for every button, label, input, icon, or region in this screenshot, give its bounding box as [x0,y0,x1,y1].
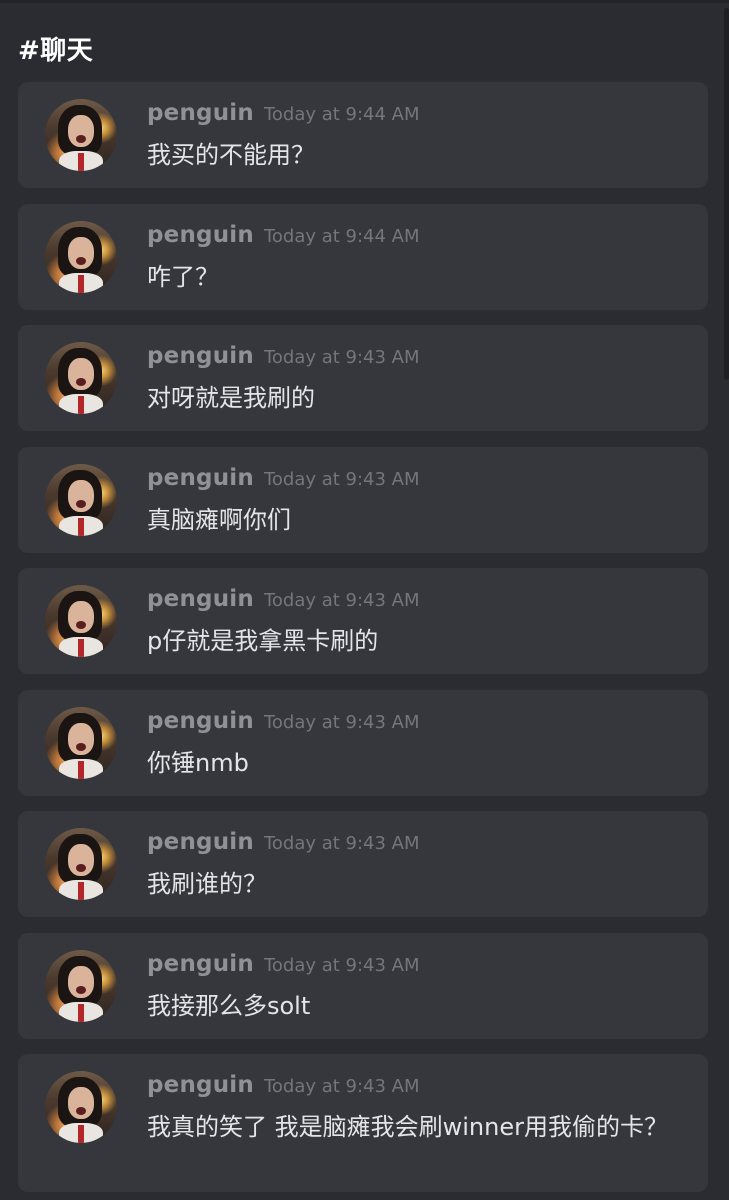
message-card[interactable]: penguin Today at 9:43 AM 你锤nmb [18,689,708,796]
timestamp: Today at 9:44 AM [263,225,420,247]
username[interactable]: penguin [147,586,254,612]
channel-title: #聊天 [18,36,94,66]
message-header: penguin Today at 9:43 AM [147,343,420,369]
username[interactable]: penguin [147,708,254,734]
avatar[interactable] [45,463,117,536]
message-text: 我真的笑了 我是脑瘫我会刷winner用我偷的卡？ [147,1113,668,1141]
timestamp: Today at 9:43 AM [263,833,420,854]
message-text: 我接那么多solt [147,991,311,1020]
message-header: penguin Today at 9:43 AM [147,708,420,734]
message-header: penguin Today at 9:43 AM [147,951,420,977]
message-text: 我刷谁的？ [147,870,267,898]
message-header: penguin Today at 9:43 AM [147,829,420,855]
username[interactable]: penguin [147,829,254,855]
window-top-edge [0,0,729,3]
message-text: 你锤nmb [147,748,249,777]
message-header: penguin Today at 9:43 AM [147,465,420,491]
message-header: penguin Today at 9:43 AM [147,1072,420,1098]
message-card[interactable]: penguin Today at 9:43 AM 我接那么多solt [18,932,708,1039]
message-card[interactable]: penguin Today at 9:44 AM 我买的不能用？ [18,82,708,188]
avatar[interactable] [45,828,117,900]
scrollbar[interactable] [724,8,729,380]
message-text: 咋了？ [147,262,219,291]
username[interactable]: penguin [147,222,254,248]
message-text: 我买的不能用？ [147,141,315,169]
message-text: 真脑瘫啊你们 [147,505,291,534]
username[interactable]: penguin [147,465,254,491]
timestamp: Today at 9:43 AM [263,954,420,976]
message-header: penguin Today at 9:44 AM [147,222,420,248]
timestamp: Today at 9:43 AM [263,1076,420,1097]
message-text: 对呀就是我刷的 [147,384,315,412]
message-card[interactable]: penguin Today at 9:43 AM p仔就是我拿黑卡刷的 [18,568,708,674]
timestamp: Today at 9:44 AM [263,104,420,125]
timestamp: Today at 9:43 AM [263,590,420,611]
username[interactable]: penguin [147,343,254,369]
avatar[interactable] [45,706,117,779]
avatar[interactable] [45,1071,117,1143]
avatar[interactable] [45,220,117,293]
timestamp: Today at 9:43 AM [263,711,420,733]
message-list: penguin Today at 9:44 AM 我买的不能用？ penguin T… [18,82,708,1200]
message-card[interactable]: penguin Today at 9:44 AM 咋了？ [18,203,708,310]
avatar[interactable] [45,949,117,1022]
message-card[interactable]: penguin Today at 9:43 AM 对呀就是我刷的 [18,325,708,431]
username[interactable]: penguin [147,100,254,126]
username[interactable]: penguin [147,951,254,977]
message-card[interactable]: penguin Today at 9:43 AM 我真的笑了 我是脑瘫我会刷win… [18,1054,708,1192]
message-text: p仔就是我拿黑卡刷的 [147,627,379,655]
avatar[interactable] [45,342,117,414]
avatar[interactable] [45,585,117,657]
message-header: penguin Today at 9:43 AM [147,586,420,612]
timestamp: Today at 9:43 AM [263,347,420,368]
avatar[interactable] [45,99,117,171]
message-card[interactable]: penguin Today at 9:43 AM 真脑瘫啊你们 [18,446,708,553]
message-card[interactable]: penguin Today at 9:43 AM 我刷谁的？ [18,811,708,917]
username[interactable]: penguin [147,1072,254,1098]
timestamp: Today at 9:43 AM [263,468,420,490]
message-header: penguin Today at 9:44 AM [147,100,420,126]
